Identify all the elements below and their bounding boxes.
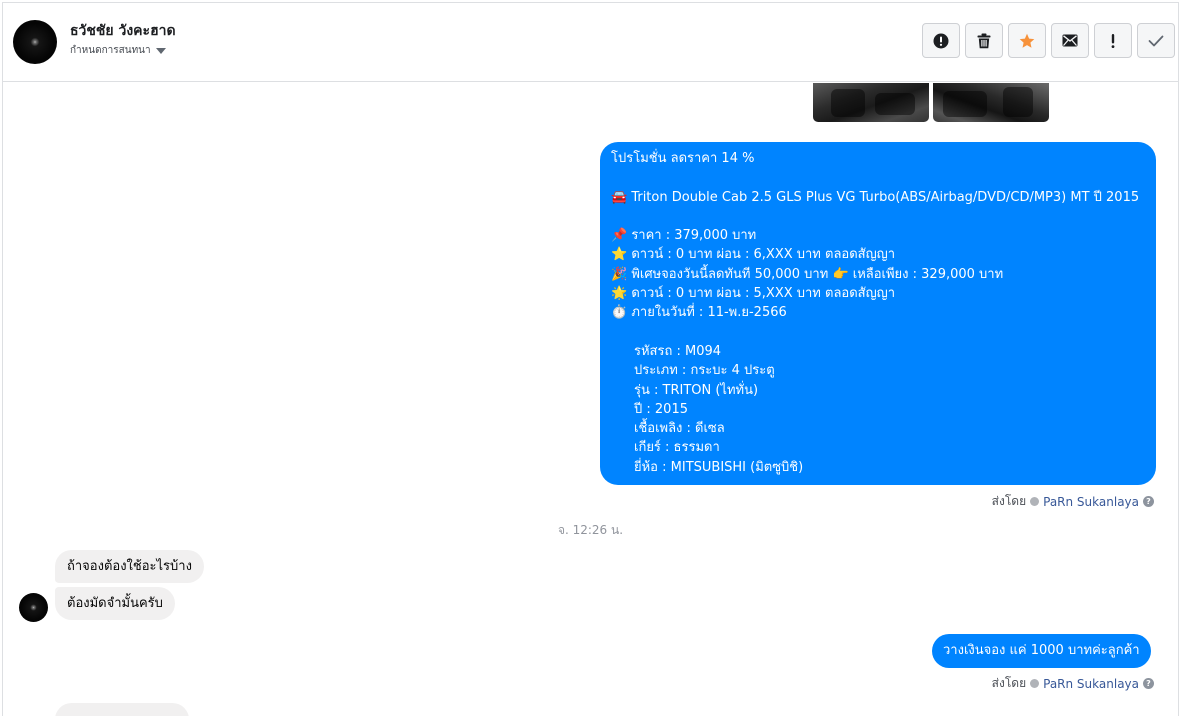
follow-up-button[interactable] (1094, 23, 1132, 58)
incoming-message-partial[interactable] (55, 703, 189, 716)
conversation-status-dropdown[interactable]: กำหนดการสนทนา (70, 43, 166, 58)
mark-done-button[interactable] (1137, 23, 1175, 58)
sender-name-link[interactable]: PaRn Sukanlaya (1043, 495, 1139, 509)
sent-by-label: ส่งโดย (991, 676, 1027, 690)
mark-unread-button[interactable] (1051, 23, 1089, 58)
help-icon[interactable]: ? (1143, 678, 1154, 689)
time-separator: จ. 12:26 น. (557, 523, 624, 537)
car-photo-thumbnail[interactable] (813, 83, 929, 122)
sent-by-info: ส่งโดย PaRn Sukanlaya ? (992, 492, 1154, 511)
delete-button[interactable] (965, 23, 1003, 58)
conversation-header: ธวัชชัย วังคะฮาด กำหนดการสนทนา (3, 3, 1178, 82)
star-icon (1019, 33, 1035, 48)
help-icon[interactable]: ? (1143, 496, 1154, 507)
message-line (611, 207, 1145, 226)
header-actions (922, 23, 1175, 58)
contact-avatar-small[interactable] (19, 593, 48, 622)
sender-name-link[interactable]: PaRn Sukanlaya (1043, 677, 1139, 691)
sent-by-label: ส่งโดย (991, 494, 1027, 508)
incoming-message[interactable]: ต้องมัดจำมั้นครับ (55, 587, 175, 620)
sender-avatar-icon (1030, 679, 1040, 688)
contact-name[interactable]: ธวัชชัย วังคะฮาด (70, 20, 176, 42)
message-thread[interactable]: โปรโมชั่น ลดราคา 14 % 🚘 Triton Double Ca… (3, 83, 1178, 716)
message-line: 🌟 ดาวน์ : 0 บาท ผ่อน : 5,XXX บาท ตลอดสัญ… (611, 286, 896, 302)
message-line: 📌 ราคา : 379,000 บาท (611, 228, 757, 244)
detail-line: รุ่น : TRITON (ไททั่น) (634, 382, 759, 398)
incoming-message[interactable]: ถ้าจองต้องใช้อะไรบ้าง (55, 550, 204, 583)
spam-button[interactable] (922, 23, 960, 58)
outgoing-message-reply[interactable]: วางเงินจอง แค่ 1000 บาทค่ะลูกค้า (932, 634, 1151, 668)
checkmark-icon (1148, 35, 1164, 46)
alert-circle-icon (933, 33, 949, 48)
message-line: ⭐ ดาวน์ : 0 บาท ผ่อน : 6,XXX บาท ตลอดสัญ… (611, 247, 896, 263)
caret-down-icon (155, 48, 166, 54)
detail-line: ประเภท : กระบะ 4 ประตู (634, 363, 775, 379)
star-button[interactable] (1008, 23, 1046, 58)
car-photo-thumbnail[interactable] (933, 83, 1049, 122)
message-line (611, 323, 1145, 342)
trash-icon (977, 33, 991, 48)
sender-avatar-icon (1030, 497, 1040, 506)
detail-line: ปี : 2015 (634, 401, 688, 417)
detail-line: ยี่ห้อ : MITSUBISHI (มิตซูบิชิ) (634, 459, 804, 475)
envelope-icon (1062, 34, 1078, 47)
message-line: ⏱️ ภายในวันที่ : 11-พ.ย-2566 (611, 305, 787, 321)
outgoing-message-promo[interactable]: โปรโมชั่น ลดราคา 14 % 🚘 Triton Double Ca… (600, 142, 1156, 485)
sent-by-info: ส่งโดย PaRn Sukanlaya ? (992, 674, 1154, 693)
conversation-status-label: กำหนดการสนทนา (70, 45, 151, 56)
conversation-pane: ธวัชชัย วังคะฮาด กำหนดการสนทนา โปรโมชั่น… (2, 2, 1179, 716)
exclamation-icon (1111, 33, 1115, 48)
message-line (611, 168, 1145, 187)
message-line: 🚘 Triton Double Cab 2.5 GLS Plus VG Turb… (611, 189, 1140, 205)
message-line: 🎉 พิเศษจองวันนี้ลดทันที 50,000 บาท 👉 เหล… (611, 266, 1004, 282)
message-line: โปรโมชั่น ลดราคา 14 % (611, 151, 755, 166)
contact-avatar[interactable] (13, 20, 57, 64)
detail-line: รหัสรถ : M094 (634, 343, 722, 359)
detail-line: เกียร์ : ธรรมดา (634, 440, 720, 456)
detail-line: เชื้อเพลิง : ดีเซล (634, 421, 725, 437)
